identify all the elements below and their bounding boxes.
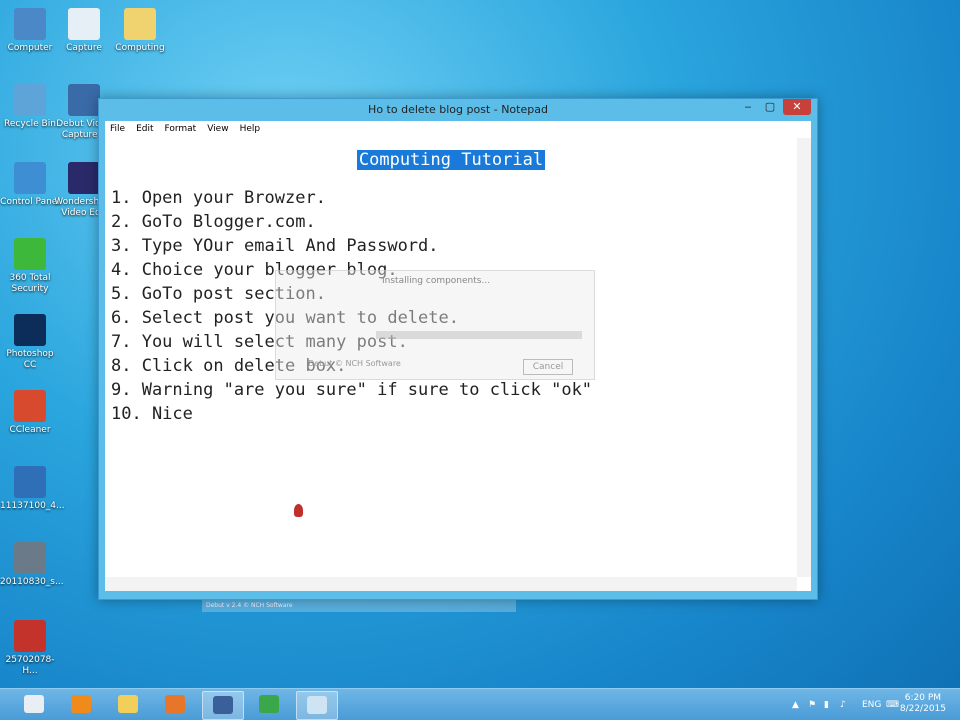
text-line: 1. Open your Browzer. (111, 188, 326, 208)
app-icon (14, 238, 46, 270)
title-bar[interactable]: Ho to delete blog post - Notepad ‒ ▢ ✕ (99, 99, 817, 121)
desktop-icon-label: Capture (66, 43, 102, 53)
text-line: 2. GoTo Blogger.com. (111, 212, 316, 232)
app-icon (14, 390, 46, 422)
chrome-icon (259, 695, 279, 713)
desktop-icon-control-panel[interactable]: Control Panel (0, 162, 60, 208)
desktop-icon-20110830-s[interactable]: 20110830_s... (0, 542, 64, 588)
desktop-icon-label: 25702078-H... (5, 655, 55, 676)
selected-heading: Computing Tutorial (356, 150, 546, 170)
app-icon (14, 620, 46, 652)
taskbar-chrome[interactable] (249, 691, 289, 718)
keyboard-icon[interactable]: ⌨ (886, 700, 899, 710)
ghost-task-button: Debut v 2.4 © NCH Software (202, 600, 516, 612)
tray-arrow-icon[interactable]: ▲ (792, 700, 799, 710)
desktop-icon-11137100-4[interactable]: 11137100_4... (0, 466, 65, 512)
volume-icon[interactable]: ♪ (840, 700, 846, 710)
taskbar-firefox[interactable] (155, 691, 195, 718)
desktop-icon-recycle-bin[interactable]: Recycle Bin (0, 84, 60, 130)
installing-text: Installing components... (382, 276, 491, 286)
notepad-icon (307, 696, 327, 714)
taskbar-vlc[interactable] (61, 691, 101, 718)
clock-time: 6:20 PM (904, 693, 942, 703)
menu-bar: File Edit Format View Help (105, 121, 811, 138)
text-line: 9. Warning "are you sure" if sure to cli… (111, 380, 593, 400)
menu-file[interactable]: File (105, 121, 131, 134)
desktop-icon-label: CCleaner (9, 425, 51, 435)
app-icon (124, 8, 156, 40)
desktop-icon-label: 360 Total Security (9, 273, 51, 294)
desktop-icon-capture[interactable]: Capture (54, 8, 114, 54)
360-security-icon (24, 695, 44, 713)
app-icon (14, 8, 46, 40)
vertical-scrollbar[interactable] (797, 138, 811, 577)
app-icon (68, 84, 100, 116)
copyright-text: Debut © NCH Software (308, 359, 401, 368)
close-button[interactable]: ✕ (783, 99, 811, 115)
text-line: 10. Nice (111, 404, 193, 424)
heading-line: Computing Tutorial (111, 150, 791, 174)
debut-icon (213, 696, 233, 714)
menu-edit[interactable]: Edit (131, 121, 159, 134)
desktop-icon-label: Control Panel (0, 197, 60, 207)
app-icon (68, 8, 100, 40)
clock-date: 8/22/2015 (899, 704, 946, 714)
desktop-icon-computer[interactable]: Computer (0, 8, 60, 54)
desktop-icon-label: Computing (115, 43, 165, 53)
taskbar: ▲ ⚑ ▮ ♪ ENG ⌨ 6:20 PM 8/22/2015 (0, 688, 960, 720)
firefox-icon (165, 695, 185, 713)
desktop-icon-label: 20110830_s... (0, 577, 64, 587)
app-icon (14, 542, 46, 574)
system-tray: ▲ ⚑ ▮ ♪ ENG ⌨ 6:20 PM 8/22/2015 (790, 689, 960, 720)
app-icon (14, 162, 46, 194)
taskbar-debut[interactable] (202, 691, 244, 720)
maximize-button[interactable]: ▢ (761, 99, 779, 115)
desktop-icon-label: 11137100_4... (0, 501, 65, 511)
app-icon (14, 466, 46, 498)
menu-format[interactable]: Format (160, 121, 203, 134)
desktop-icon-photoshop-cc[interactable]: Photoshop CC (0, 314, 60, 371)
installing-dialog-ghost: Installing components... Debut © NCH Sof… (275, 270, 595, 380)
file-explorer-icon (118, 695, 138, 713)
desktop-icon-computing[interactable]: Computing (110, 8, 170, 54)
minimize-button[interactable]: ‒ (739, 99, 757, 115)
taskbar-360-security[interactable] (14, 691, 54, 718)
desktop-icon-label: Recycle Bin (4, 119, 56, 129)
desktop-icon-360-total-security[interactable]: 360 Total Security (0, 238, 60, 295)
taskbar-notepad[interactable] (296, 691, 338, 720)
desktop-icon-ccleaner[interactable]: CCleaner (0, 390, 60, 436)
horizontal-scrollbar[interactable] (105, 577, 797, 591)
text-line: 3. Type YOur email And Password. (111, 236, 439, 256)
app-icon (68, 162, 100, 194)
menu-help[interactable]: Help (235, 121, 267, 134)
mouse-cursor-icon (294, 504, 303, 517)
desktop-icon-label: Photoshop CC (6, 349, 54, 370)
flag-icon[interactable]: ⚑ (808, 700, 816, 710)
desktop-icon-label: Computer (7, 43, 53, 53)
cancel-button[interactable]: Cancel (523, 359, 573, 375)
app-icon (14, 84, 46, 116)
menu-view[interactable]: View (202, 121, 234, 134)
language-indicator[interactable]: ENG (862, 700, 881, 710)
network-icon[interactable]: ▮ (824, 700, 829, 710)
progress-bar (376, 331, 582, 339)
vlc-icon (71, 695, 91, 713)
clock[interactable]: 6:20 PM 8/22/2015 (900, 693, 946, 715)
desktop-icon-25702078-h[interactable]: 25702078-H... (0, 620, 60, 677)
window-title: Ho to delete blog post - Notepad (368, 103, 548, 116)
app-icon (14, 314, 46, 346)
taskbar-file-explorer[interactable] (108, 691, 148, 718)
